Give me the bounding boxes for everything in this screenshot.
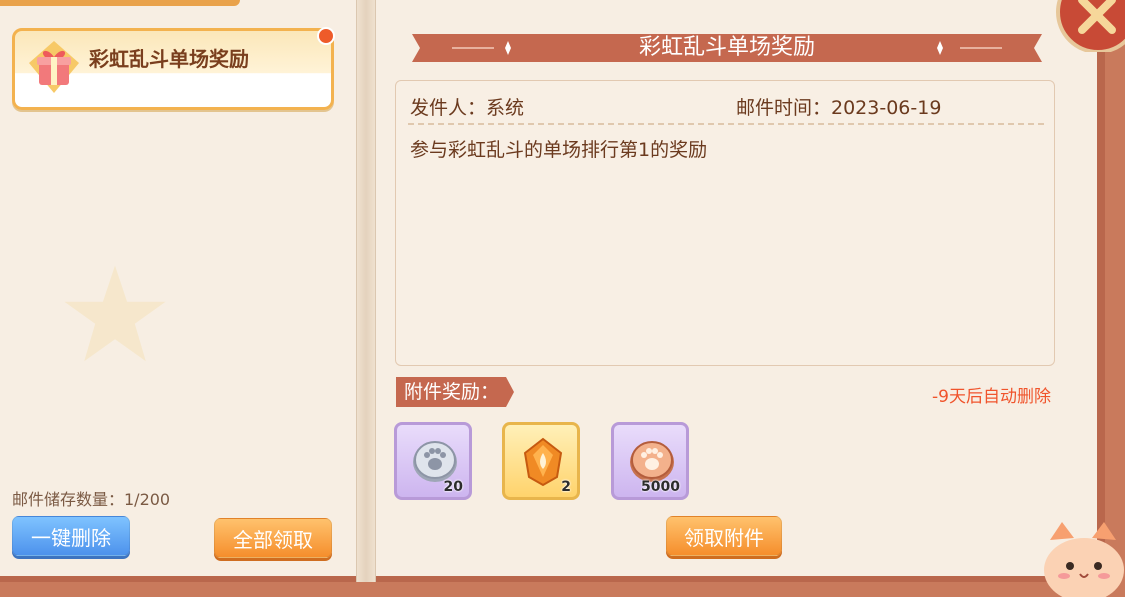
attachment-count: 5000 xyxy=(641,479,680,495)
attachment-count: 20 xyxy=(443,479,463,495)
mail-storage-count: 邮件储存数量：1/200 xyxy=(12,490,171,509)
attachment-label: 附件奖励： xyxy=(404,381,500,403)
mail-list-item[interactable]: 彩虹乱斗单场奖励 xyxy=(12,27,335,110)
gift-icon xyxy=(29,41,79,93)
close-icon[interactable] xyxy=(1054,0,1125,52)
mail-detail-title: 彩虹乱斗单场奖励 xyxy=(638,35,815,60)
star-decoration-icon xyxy=(64,265,166,362)
mail-book: 彩虹乱斗单场奖励 邮件储存数量：1/200 一键删除 全部领取 彩虹乱斗单场奖励… xyxy=(0,0,1105,582)
delete-all-button[interactable]: 一键删除 xyxy=(12,516,130,556)
mail-content-box: 发件人：系统 邮件时间：2023-06-19 参与彩虹乱斗的单场排行第1的奖励 xyxy=(395,80,1055,366)
mail-time: 邮件时间：2023-06-19 xyxy=(736,97,942,119)
mail-title-banner: 彩虹乱斗单场奖励 xyxy=(412,30,1042,66)
attachment-slot[interactable]: 5000 xyxy=(611,422,689,500)
mail-item-title: 彩虹乱斗单场奖励 xyxy=(89,47,249,71)
claim-all-button[interactable]: 全部领取 xyxy=(214,518,332,558)
unread-dot-badge xyxy=(317,27,335,45)
auto-delete-notice: -9天后自动删除 xyxy=(932,387,1051,407)
claim-attachment-button[interactable]: 领取附件 xyxy=(666,516,782,556)
attachment-label-tag: 附件奖励： xyxy=(396,377,514,407)
attachment-slot[interactable]: 2 xyxy=(502,422,580,500)
mail-sender: 发件人：系统 xyxy=(410,97,525,119)
cat-mascot-icon xyxy=(1044,522,1124,597)
dashed-divider xyxy=(408,123,1044,125)
attachment-slot[interactable]: 20 xyxy=(394,422,472,500)
mail-body-text: 参与彩虹乱斗的单场排行第1的奖励 xyxy=(410,139,708,161)
top-strip xyxy=(0,0,240,6)
attachment-count: 2 xyxy=(561,479,571,495)
book-spine xyxy=(356,0,376,582)
